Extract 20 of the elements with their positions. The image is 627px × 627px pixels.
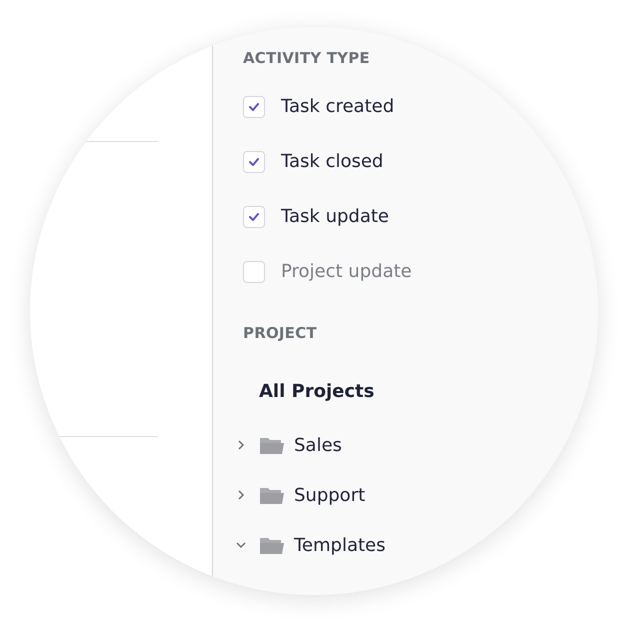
checkbox-label: Task update xyxy=(281,206,389,227)
tree-item[interactable]: All Projects xyxy=(259,381,598,402)
checkbox-label: Task created xyxy=(281,96,394,117)
check-icon xyxy=(248,102,260,112)
tree-item[interactable]: Templates xyxy=(294,534,386,556)
checkbox[interactable] xyxy=(243,150,265,172)
checkbox[interactable] xyxy=(243,260,265,282)
folder-icon xyxy=(259,535,285,555)
folder-icon xyxy=(259,485,285,505)
checkbox-label: Project update xyxy=(281,261,412,282)
checkbox[interactable] xyxy=(243,96,265,118)
tree-item[interactable]: Sales xyxy=(294,434,342,456)
check-icon xyxy=(248,156,260,166)
section-heading: PROJECT xyxy=(243,324,318,342)
folder-icon xyxy=(259,435,285,455)
check-icon xyxy=(248,212,260,222)
checkbox[interactable] xyxy=(243,206,265,228)
tree-item[interactable]: Support xyxy=(294,484,366,506)
section-heading: ACTIVITY TYPE xyxy=(243,49,371,67)
checkbox-label: Task closed xyxy=(281,151,384,172)
